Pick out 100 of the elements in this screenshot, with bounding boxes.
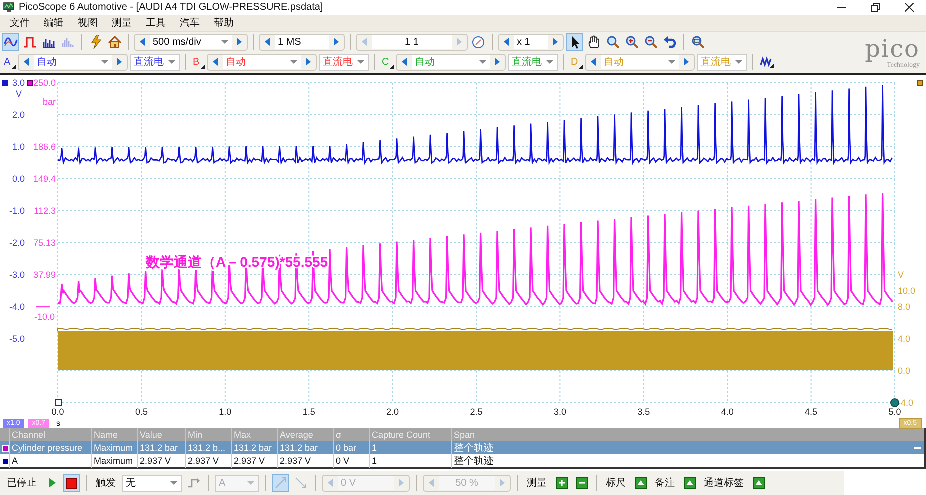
- table-cell: 1: [372, 456, 378, 466]
- table-cell: 2.937 V: [188, 456, 220, 466]
- axis-unit: bar: [42, 97, 56, 107]
- cursor-handle-icon[interactable]: [890, 398, 900, 408]
- caret-icon: [546, 60, 554, 64]
- right-triangle-icon: [495, 58, 500, 66]
- add-button[interactable]: [750, 474, 767, 492]
- toolbar-label: 标尺: [605, 476, 627, 490]
- table-cell: Maximum: [94, 456, 134, 466]
- caret-icon: [247, 481, 255, 485]
- menu-item[interactable]: 工具: [140, 16, 174, 30]
- table-cell: 0 bar: [336, 443, 357, 453]
- axis-marker-icon: [917, 80, 923, 86]
- column-header: Span: [454, 430, 476, 440]
- column-header: Min: [188, 430, 203, 440]
- range-dropdown[interactable]: 自动: [223, 55, 301, 69]
- remove-measurement-button[interactable]: [573, 474, 590, 492]
- pointer-tool-button[interactable]: [566, 33, 583, 51]
- axis-label: 4.0: [898, 334, 911, 344]
- channel-button[interactable]: A: [2, 54, 16, 70]
- axis-label: 1.0: [12, 142, 25, 152]
- logo-text: pico: [865, 36, 920, 60]
- axis-label: -10.0: [34, 312, 55, 322]
- coupling-dropdown[interactable]: 直流电: [130, 54, 180, 70]
- column-header: σ: [336, 430, 342, 440]
- falling-edge-icon: [294, 477, 306, 489]
- table-cell: 2.937 V: [234, 456, 266, 466]
- app-icon: [3, 2, 15, 13]
- right-triangle-icon: [684, 58, 689, 66]
- left-triangle-icon: [402, 58, 407, 66]
- corner-triangle-icon: [201, 64, 205, 68]
- column-header: Value: [140, 430, 162, 440]
- menu-item[interactable]: 编辑: [38, 16, 72, 30]
- axis-label: 5.0: [888, 407, 902, 417]
- range-dropdown[interactable]: 自动: [34, 55, 112, 69]
- table-cell-text: 整个轨迹: [454, 454, 494, 468]
- add-button[interactable]: [632, 474, 649, 492]
- caret-icon: [221, 40, 229, 44]
- table-cell: Maximum: [94, 443, 134, 453]
- rising-edge-icon: [274, 477, 286, 489]
- menu-item[interactable]: 测量: [106, 16, 140, 30]
- stop-icon: [66, 478, 77, 488]
- plus-icon: [556, 477, 568, 489]
- axis-label: -4.0: [9, 302, 25, 312]
- axis-label: 0.0: [52, 407, 64, 417]
- caret-icon: [668, 60, 676, 64]
- axis-label: 10.0: [898, 286, 916, 296]
- add-measurement-button[interactable]: [553, 474, 570, 492]
- channel-button[interactable]: B: [191, 54, 205, 70]
- add-button[interactable]: [681, 474, 698, 492]
- axis-unit: V: [16, 89, 22, 99]
- caret-icon: [101, 60, 109, 64]
- zoom-out-icon: [644, 35, 658, 49]
- corner-triangle-icon: [390, 64, 394, 68]
- table-cell: 131.2 b...: [188, 443, 226, 453]
- axis-label: -1.0: [9, 206, 25, 216]
- axis-label: 0.5: [135, 407, 148, 417]
- axis-label: 0.0: [12, 174, 25, 184]
- menu-item[interactable]: 文件: [4, 16, 38, 30]
- table-cell: 0 V: [336, 456, 350, 466]
- cursor-handle-icon[interactable]: [55, 399, 62, 406]
- axis-label: 2.5: [470, 407, 483, 417]
- default-setup-button[interactable]: [106, 33, 123, 51]
- left-triangle-icon: [213, 58, 218, 66]
- zoom-fit-icon: [690, 35, 704, 49]
- axis-label: 4.5: [805, 407, 818, 417]
- toolbar-label: 备注: [654, 476, 676, 490]
- math-wave-icon: [760, 56, 774, 68]
- toolbar-label: 通道标签: [703, 476, 745, 490]
- right-triangle-icon: [306, 58, 311, 66]
- trigger-mode-dropdown[interactable]: 无: [122, 474, 182, 492]
- trigger-label: 触发: [95, 477, 117, 490]
- menu-item[interactable]: 视图: [72, 16, 106, 30]
- left-triangle-icon: [24, 58, 29, 66]
- table-row[interactable]: Cylinder pressure Maximum 131.2 bar 131.2 b... 131.2 bar 131.2 bar 0 bar 1 整个轨迹: [0, 441, 924, 454]
- menu-item[interactable]: 帮助: [208, 16, 242, 30]
- axis-label: 0.0: [898, 366, 911, 376]
- axis-label: 4.0: [721, 407, 734, 417]
- caret-icon: [170, 481, 178, 485]
- axis-label: 1.5: [302, 407, 316, 417]
- measurements-label: 测量: [526, 476, 548, 490]
- axis-label: 250.0: [33, 78, 56, 88]
- axis-label: 37.99: [33, 270, 56, 280]
- axis-marker-icon: [27, 80, 33, 86]
- trigger-edge-icon: [186, 477, 200, 489]
- axis-label: 3.0: [554, 407, 566, 417]
- column-header: Channel: [12, 430, 46, 440]
- table-row[interactable]: A Maximum 2.937 V 2.937 V 2.937 V 2.937 V 0 V 1 整个轨迹: [0, 454, 924, 467]
- table-cell: 131.2 bar: [234, 443, 272, 453]
- restore-icon: [870, 3, 880, 12]
- stop-button[interactable]: [63, 474, 80, 492]
- menu-item[interactable]: 汽车: [174, 16, 208, 30]
- axis-marker-icon: [2, 80, 8, 86]
- column-header: Max: [234, 430, 252, 440]
- coupling-dropdown[interactable]: 直流电: [319, 54, 369, 70]
- home-icon: [108, 36, 122, 48]
- timebase-dropdown[interactable]: 500 ms/div: [150, 35, 232, 49]
- axis-label: 149.4: [33, 174, 56, 184]
- axis-label: 2.0: [12, 110, 25, 120]
- caret-icon: [735, 60, 743, 64]
